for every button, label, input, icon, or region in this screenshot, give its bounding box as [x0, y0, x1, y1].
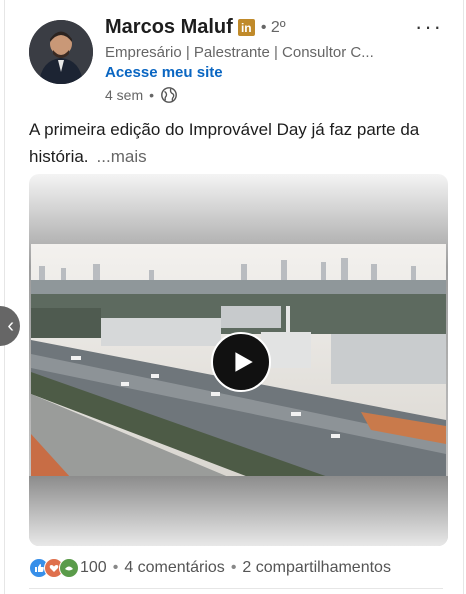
play-button[interactable] — [211, 332, 271, 392]
site-link[interactable]: Acesse meu site — [105, 64, 223, 81]
reactions-count[interactable]: 100 — [80, 559, 107, 577]
social-separator: • — [230, 559, 237, 576]
meta-separator: • — [149, 87, 155, 103]
divider — [29, 588, 443, 589]
reaction-icons[interactable] — [29, 558, 79, 578]
globe-icon — [161, 87, 177, 103]
post-text: A primeira edição do Improvável Day já f… — [29, 116, 459, 170]
post-options-button[interactable]: ··· — [415, 14, 443, 40]
comments-count[interactable]: 4 comentários — [124, 559, 225, 577]
author-name[interactable]: Marcos Maluf — [105, 16, 233, 39]
social-counts: 100 • 4 comentários • 2 compartilhamento… — [29, 558, 391, 578]
see-more-link[interactable]: ...mais — [97, 147, 147, 166]
avatar[interactable] — [29, 20, 93, 84]
post-time: 4 sem — [105, 87, 144, 103]
video-player[interactable] — [29, 174, 448, 546]
author-row: Marcos Maluf in • 2º — [105, 16, 286, 39]
post-body: A primeira edição do Improvável Day já f… — [29, 120, 420, 166]
avatar-photo — [29, 20, 93, 84]
shares-count[interactable]: 2 compartilhamentos — [242, 559, 391, 577]
post-meta: 4 sem • — [105, 86, 178, 104]
social-separator: • — [112, 559, 119, 576]
connection-degree: • 2º — [260, 18, 286, 36]
support-icon — [59, 558, 79, 578]
chevron-left-icon: ‹ — [7, 314, 14, 337]
video-letterbox-bottom — [29, 476, 448, 546]
author-headline: Empresário | Palestrante | Consultor C..… — [105, 44, 374, 61]
post-card: Marcos Maluf in • 2º Empresário | Palest… — [4, 0, 464, 594]
linkedin-premium-badge: in — [237, 19, 255, 36]
play-icon — [235, 352, 253, 372]
